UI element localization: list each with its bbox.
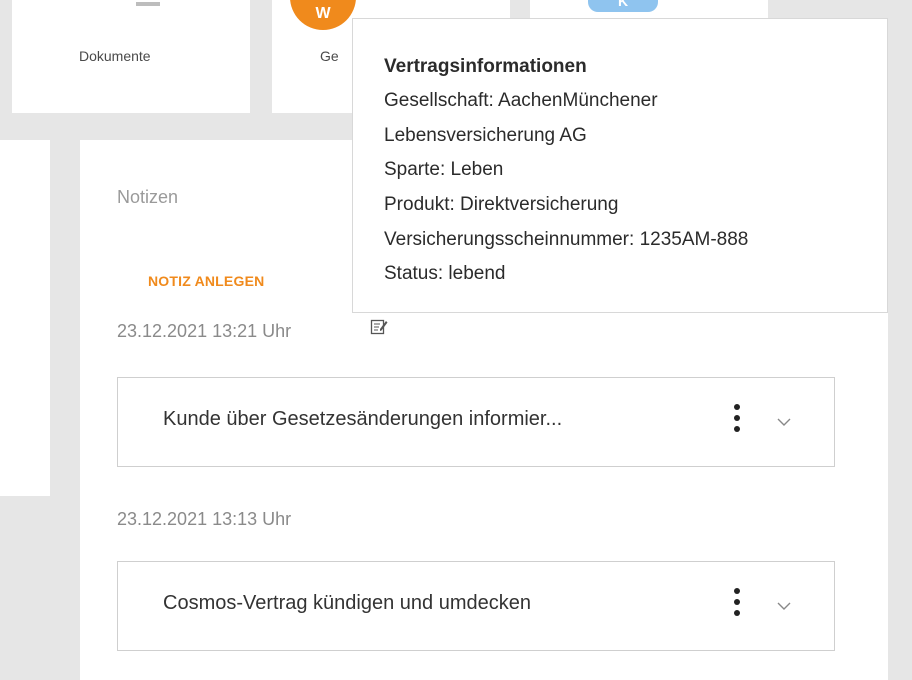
tooltip-line: Lebensversicherung AG [384, 125, 587, 146]
tooltip-line: Sparte: Leben [384, 159, 504, 180]
documents-icon [136, 2, 160, 6]
note-card[interactable]: Kunde über Gesetzesänderungen informier.… [117, 377, 835, 467]
kebab-menu-icon[interactable] [730, 588, 744, 624]
add-note-button[interactable]: NOTIZ ANLEGEN [148, 273, 264, 289]
left-panel [0, 140, 50, 496]
tooltip-line: Versicherungsscheinnummer: 1235AM-888 [384, 229, 749, 250]
notes-title: Notizen [117, 187, 179, 207]
note-card[interactable]: Cosmos-Vertrag kündigen und umdecken [117, 561, 835, 651]
note-text: Kunde über Gesetzesänderungen informier.… [163, 408, 563, 430]
contract-info-tooltip: Vertragsinformationen Gesellschaft: Aach… [352, 18, 888, 313]
tooltip-line: Status: lebend [384, 263, 506, 284]
tooltip-line: Produkt: Direktversicherung [384, 194, 619, 215]
ges-label: Ge [320, 48, 339, 64]
tooltip-title: Vertragsinformationen [384, 56, 587, 77]
note-date: 23.12.2021 13:21 Uhr [117, 321, 292, 341]
note-text: Cosmos-Vertrag kündigen und umdecken [163, 592, 531, 614]
blue-badge: K [588, 0, 658, 12]
note-date: 23.12.2021 13:13 Uhr [117, 509, 292, 529]
orange-badge: W [290, 0, 356, 30]
tooltip-line: Gesellschaft: AachenMünchener [384, 90, 658, 111]
documents-tile[interactable]: Dokumente [12, 0, 250, 113]
kebab-menu-icon[interactable] [730, 404, 744, 440]
chevron-down-icon[interactable] [776, 600, 792, 612]
chevron-down-icon[interactable] [776, 416, 792, 428]
documents-label: Dokumente [79, 48, 151, 64]
edit-note-icon[interactable] [370, 318, 388, 336]
